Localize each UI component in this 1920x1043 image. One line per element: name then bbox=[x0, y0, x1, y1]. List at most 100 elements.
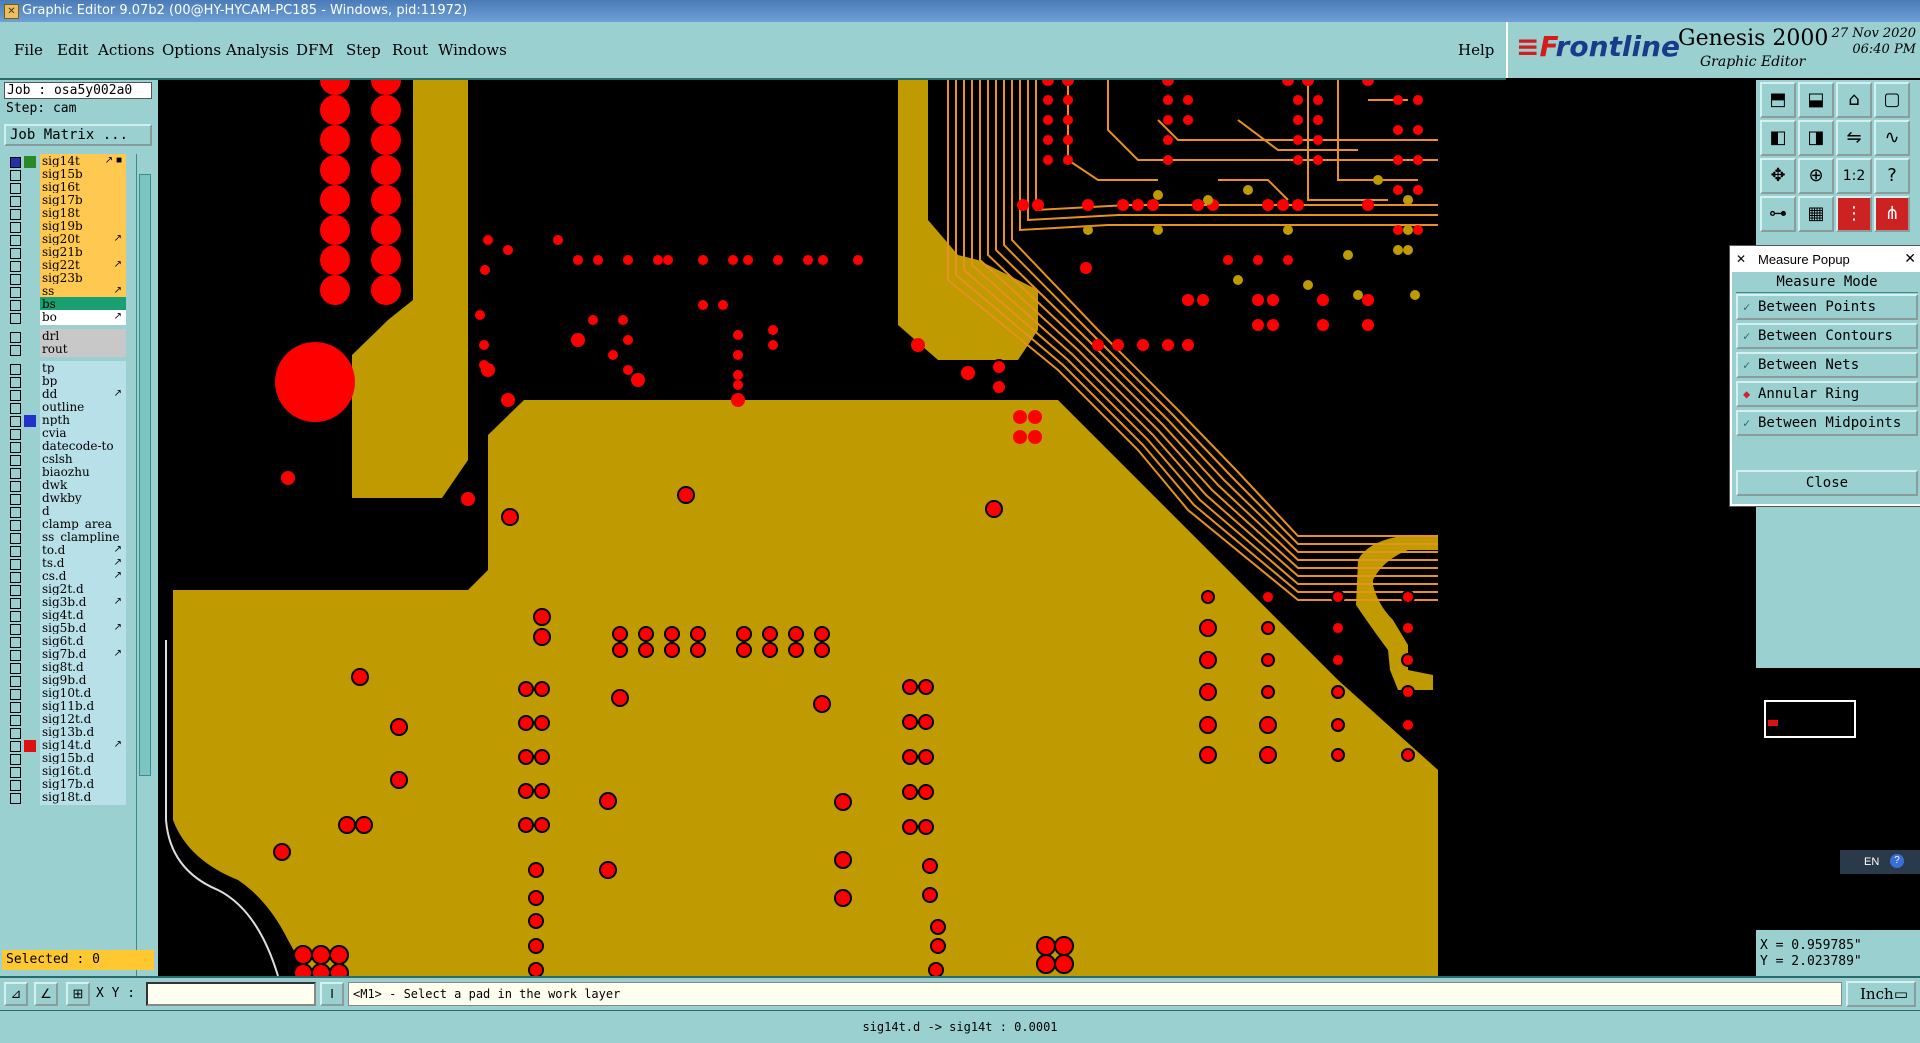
unit-selector[interactable]: Inch ▭ bbox=[1846, 981, 1916, 1007]
layer-row-sig18t.d[interactable]: sig18t.d bbox=[4, 790, 126, 806]
check-icon: ✓ bbox=[1743, 329, 1751, 343]
tool-zoom-fit-icon[interactable]: ✥ bbox=[1760, 158, 1796, 194]
minimap-marker bbox=[1768, 720, 1778, 726]
app-icon: ✕ bbox=[4, 4, 19, 19]
tool-home-icon[interactable]: ⬒ bbox=[1760, 82, 1796, 118]
layer-marker-icon: ↗ bbox=[113, 285, 122, 296]
layer-name[interactable]: rout bbox=[40, 342, 126, 357]
language-indicator[interactable]: EN ? bbox=[1840, 850, 1920, 874]
menu-help[interactable]: Help bbox=[1458, 41, 1494, 59]
check-icon: ✓ bbox=[1743, 300, 1751, 314]
dropdown-icon: ▭ bbox=[1893, 985, 1908, 1003]
layer-marker-icon: ↗ bbox=[113, 388, 122, 399]
layer-scrollbar[interactable] bbox=[136, 154, 153, 1016]
snap-tool-icon[interactable]: ⊿ bbox=[4, 982, 28, 1006]
cursor-icon[interactable]: I bbox=[320, 982, 344, 1006]
tool-grid-icon[interactable]: ▦ bbox=[1798, 196, 1834, 232]
menu-step[interactable]: Step bbox=[346, 41, 381, 59]
menu-dfm[interactable]: DFM bbox=[296, 41, 334, 59]
tool-pan-left-icon[interactable]: ◧ bbox=[1760, 120, 1796, 156]
date: 27 Nov 2020 bbox=[1831, 26, 1916, 41]
help-icon[interactable]: ? bbox=[1890, 854, 1904, 868]
pcb-drawing[interactable] bbox=[158, 80, 1756, 976]
y-coordinate: Y = 2.023789" bbox=[1760, 954, 1862, 969]
step-name: Step: cam bbox=[4, 101, 152, 118]
tool-panel-icon[interactable]: ▢ bbox=[1874, 82, 1910, 118]
measure-mode-label: Measure Mode bbox=[1736, 274, 1918, 293]
tool-help-icon[interactable]: ? bbox=[1874, 158, 1910, 194]
layer-marker-icon: ↗ bbox=[113, 596, 122, 607]
close-button[interactable]: Close bbox=[1736, 470, 1918, 496]
date-time: 27 Nov 2020 06:40 PM bbox=[1820, 26, 1916, 58]
layer-marker-icon: ↗ bbox=[113, 648, 122, 659]
layer-checkbox[interactable] bbox=[10, 313, 21, 324]
job-matrix-button[interactable]: Job Matrix ... bbox=[4, 124, 152, 146]
mode-between-nets[interactable]: ✓ Between Nets bbox=[1736, 352, 1918, 378]
coordinate-readout: X = 0.959785" Y = 2.023789" bbox=[1756, 930, 1920, 976]
window-title: Graphic Editor 9.07b2 (00@HY-HYCAM-PC185… bbox=[22, 3, 468, 18]
layer-row-rout[interactable]: rout bbox=[4, 342, 126, 358]
graphic-canvas[interactable] bbox=[158, 80, 1756, 976]
product-name: Genesis 2000 bbox=[1678, 26, 1829, 51]
product-subtitle: Graphic Editor bbox=[1700, 54, 1806, 70]
tool-house-icon[interactable]: ⌂ bbox=[1836, 82, 1872, 118]
tool-mirror-icon[interactable]: ⇋ bbox=[1836, 120, 1872, 156]
mode-between-points[interactable]: ✓ Between Points bbox=[1736, 294, 1918, 320]
frontline-logo: ≡Frontline bbox=[1516, 30, 1681, 63]
check-icon: ✓ bbox=[1743, 416, 1751, 430]
menu-analysis[interactable]: Analysis bbox=[226, 41, 289, 59]
layer-checkbox[interactable] bbox=[10, 793, 21, 804]
layer-marker-icon: ↗ bbox=[113, 557, 122, 568]
brand-area: ≡Frontline Genesis 2000 Graphic Editor 2… bbox=[1506, 22, 1920, 78]
layer-row-bo[interactable]: bo ↗ bbox=[4, 310, 126, 326]
layer-marker-icon: ↗ bbox=[113, 544, 122, 555]
tool-pan-right-icon[interactable]: ◨ bbox=[1798, 120, 1834, 156]
close-icon[interactable]: ✕ bbox=[1904, 250, 1916, 267]
layer-list: sig14t ↗ ■ sig15b sig16t sig17b sig18t sig19b s… bbox=[4, 154, 126, 1024]
layer-marker-icon: ↗ bbox=[113, 622, 122, 633]
minimap[interactable] bbox=[1756, 668, 1920, 930]
xy-label: X Y : bbox=[96, 986, 136, 1001]
angle-tool-icon[interactable]: ∠ bbox=[34, 982, 58, 1006]
layer-marker-icon: ↗ ■ bbox=[104, 155, 122, 166]
menu-edit[interactable]: Edit bbox=[57, 41, 88, 59]
measure-popup-header[interactable]: ✕ Measure Popup ✕ bbox=[1732, 248, 1920, 272]
mode-between-contours[interactable]: ✓ Between Contours bbox=[1736, 323, 1918, 349]
layer-marker-icon: ↗ bbox=[113, 739, 122, 750]
tool-window-icon[interactable]: ⬓ bbox=[1798, 82, 1834, 118]
scrollbar-thumb[interactable] bbox=[139, 174, 151, 776]
menu-options[interactable]: Options bbox=[162, 41, 221, 59]
menu-actions[interactable]: Actions bbox=[98, 41, 154, 59]
grid-tool-icon[interactable]: ⊞ bbox=[66, 982, 90, 1006]
status-text: sig14t.d -> sig14t : 0.0001 bbox=[862, 1020, 1058, 1034]
popup-title: Measure Popup bbox=[1758, 252, 1850, 267]
tool-zoom-icon[interactable]: ⊕ bbox=[1798, 158, 1834, 194]
mode-between-midpoints[interactable]: ✓ Between Midpoints bbox=[1736, 410, 1918, 436]
tool-snap-icon[interactable]: ⊶ bbox=[1760, 196, 1796, 232]
xy-input[interactable] bbox=[146, 982, 316, 1006]
mode-annular-ring[interactable]: ◆ Annular Ring bbox=[1736, 381, 1918, 407]
menu-file[interactable]: File bbox=[14, 41, 43, 59]
measure-popup: ✕ Measure Popup ✕ Measure Mode ✓ Between … bbox=[1730, 246, 1920, 506]
tool-scale-icon[interactable]: 1:2 bbox=[1836, 158, 1872, 194]
menu-rout[interactable]: Rout bbox=[392, 41, 428, 59]
layer-marker-icon: ↗ bbox=[113, 311, 122, 322]
prompt-message: <M1> - Select a pad in the work layer bbox=[348, 982, 1842, 1006]
tool-layers-icon[interactable]: ⋮ bbox=[1836, 196, 1872, 232]
menu-windows[interactable]: Windows bbox=[438, 41, 507, 59]
layer-marker-icon: ↗ bbox=[113, 233, 122, 244]
time: 06:40 PM bbox=[1852, 42, 1916, 57]
job-name: Job : osa5y002a0 bbox=[4, 82, 152, 99]
x-coordinate: X = 0.959785" bbox=[1760, 938, 1862, 953]
layer-checkbox[interactable] bbox=[10, 345, 21, 356]
tool-net-icon[interactable]: ⋔ bbox=[1874, 196, 1910, 232]
title-bar: ✕ Graphic Editor 9.07b2 (00@HY-HYCAM-PC1… bbox=[0, 0, 1920, 22]
popup-icon: ✕ bbox=[1736, 252, 1747, 266]
minimap-viewport[interactable] bbox=[1764, 700, 1856, 738]
layer-panel: Job : osa5y002a0 Step: cam Job Matrix ..… bbox=[0, 80, 158, 1016]
tool-wave-icon[interactable]: ∿ bbox=[1874, 120, 1910, 156]
layer-name[interactable]: sig18t.d bbox=[40, 790, 126, 805]
selected-count: Selected : 0 bbox=[2, 950, 154, 970]
check-icon: ✓ bbox=[1743, 358, 1751, 372]
menu-bar: File Edit Actions Options Analysis DFM S… bbox=[0, 22, 1506, 80]
